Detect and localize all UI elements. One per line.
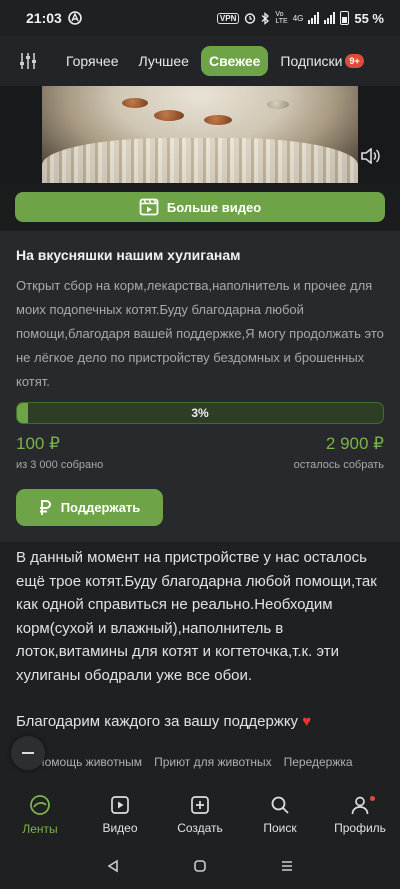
- collapse-button[interactable]: [11, 736, 45, 770]
- tab-subscriptions-label: Подписки: [280, 53, 343, 69]
- heart-icon: ♥: [302, 713, 312, 730]
- nav-search[interactable]: Поиск: [240, 788, 320, 842]
- more-videos-label: Больше видео: [166, 199, 262, 215]
- recents-icon[interactable]: [280, 859, 294, 873]
- nav-create-label: Создать: [177, 821, 223, 835]
- tag-item[interactable]: Помощь животным: [36, 755, 142, 769]
- collected-amount: 100 ₽: [16, 434, 60, 453]
- support-label: Поддержать: [60, 500, 141, 515]
- video-library-icon: [139, 198, 159, 216]
- nav-search-label: Поиск: [263, 821, 297, 835]
- bluetooth-icon: [261, 11, 270, 25]
- filter-icon[interactable]: [18, 50, 40, 72]
- video-player[interactable]: [0, 86, 400, 184]
- nav-profile-label: Профиль: [334, 821, 386, 835]
- fundraiser-block: На вкусняшки нашим хулиганам Открыт сбор…: [0, 231, 400, 542]
- fundraiser-progress-bar: 3%: [16, 402, 384, 424]
- ruble-icon: [39, 499, 51, 515]
- battery-level: 55 %: [354, 10, 384, 26]
- post-tags: Помощь животным Приют для животных Перед…: [0, 746, 400, 778]
- post-paragraph: В данный момент на пристройстве у нас ос…: [16, 549, 377, 684]
- vpn-badge: VPN: [216, 12, 240, 24]
- tab-fresh[interactable]: Свежее: [200, 46, 269, 76]
- volte-icon: Vo LTE: [275, 11, 288, 25]
- post-body: В данный момент на пристройстве у нас ос…: [0, 542, 400, 742]
- signal-icon: [308, 12, 320, 24]
- fundraiser-description: Открыт сбор на корм,лекарства,наполнител…: [16, 278, 384, 389]
- status-bar: 21:03 VPN Vo LTE 4G 55 %: [0, 0, 400, 36]
- tab-best[interactable]: Лучшее: [131, 46, 197, 76]
- thanks-text: Благодарим каждого за вашу поддержку: [16, 713, 299, 730]
- volume-icon[interactable]: [360, 148, 380, 164]
- tab-hot[interactable]: Горячее: [58, 46, 127, 76]
- remaining-amount: 2 900 ₽: [325, 434, 384, 453]
- subscriptions-badge: 9+: [345, 54, 364, 68]
- tag-item[interactable]: Приют для животных: [154, 755, 272, 769]
- alarm-icon: [245, 13, 256, 24]
- system-navigation: [0, 842, 400, 889]
- more-videos-button[interactable]: Больше видео: [15, 192, 385, 222]
- fundraiser-title: На вкусняшки нашим хулиганам: [16, 247, 241, 263]
- nav-profile[interactable]: Профиль: [320, 788, 400, 842]
- video-thumbnail[interactable]: [42, 86, 358, 183]
- feed-icon: [30, 795, 50, 815]
- bottom-navigation: Ленты Видео Создать Поиск Профиль: [0, 788, 400, 842]
- nav-video[interactable]: Видео: [80, 788, 160, 842]
- fundraiser-amounts: 100 ₽ из 3 000 собрано 2 900 ₽ осталось …: [16, 434, 384, 471]
- collected-caption: из 3 000 собрано: [16, 459, 104, 471]
- notification-app-icon: [68, 11, 82, 25]
- video-icon: [111, 796, 129, 814]
- nav-video-label: Видео: [102, 821, 138, 835]
- back-icon[interactable]: [106, 859, 120, 873]
- signal-2-icon: [324, 12, 336, 24]
- network-type: 4G: [292, 13, 304, 23]
- support-button[interactable]: Поддержать: [16, 489, 163, 526]
- tab-subscriptions[interactable]: Подписки 9+: [272, 46, 371, 76]
- nav-feeds[interactable]: Ленты: [0, 788, 80, 842]
- minus-icon: [22, 752, 34, 754]
- search-icon: [271, 796, 289, 814]
- profile-icon: [351, 796, 369, 815]
- nav-feeds-label: Ленты: [22, 822, 58, 836]
- notification-dot: [370, 796, 375, 801]
- home-icon[interactable]: [193, 859, 207, 873]
- nav-create[interactable]: Создать: [160, 788, 240, 842]
- plus-square-icon: [191, 796, 209, 814]
- battery-icon: [340, 11, 350, 25]
- top-tabs: Горячее Лучшее Свежее Подписки 9+: [0, 36, 400, 86]
- status-time: 21:03: [26, 10, 62, 26]
- remaining-caption: осталось собрать: [293, 459, 384, 471]
- post-paragraph-thanks: Благодарим каждого за вашу поддержку ♥: [16, 710, 384, 734]
- progress-label: 3%: [191, 406, 209, 420]
- tag-item[interactable]: Передержка: [284, 755, 353, 769]
